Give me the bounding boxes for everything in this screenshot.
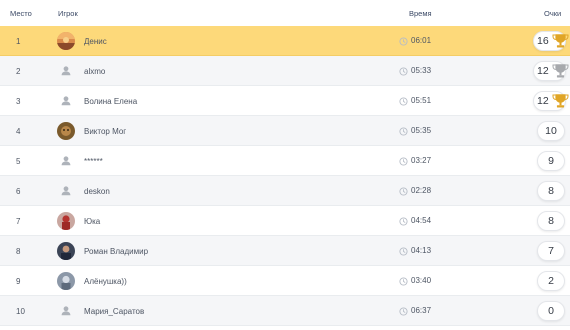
row-place: 4: [16, 127, 21, 136]
clock-icon: [399, 276, 411, 286]
row-place: 9: [16, 277, 21, 286]
table-row[interactable]: 1 Денис 06:01 16: [0, 26, 570, 56]
time-value: 04:13: [411, 246, 432, 255]
gold-cup-icon: [552, 93, 569, 109]
score-badge: 2: [537, 271, 565, 291]
score-badge: 0: [537, 301, 565, 321]
row-place: 6: [16, 187, 21, 196]
player-name[interactable]: deskon: [84, 187, 110, 196]
time-value: 06:37: [411, 306, 432, 315]
user-placeholder-icon[interactable]: [57, 92, 75, 110]
time-value: 05:35: [411, 126, 432, 135]
player-name[interactable]: Роман Владимир: [84, 247, 148, 256]
user-placeholder-icon[interactable]: [57, 302, 75, 320]
row-place: 1: [16, 37, 21, 46]
player-name[interactable]: Виктор Мог: [84, 127, 126, 136]
table-row[interactable]: 7 Юка 04:54 8: [0, 206, 570, 236]
user-placeholder-icon[interactable]: [57, 182, 75, 200]
table-row[interactable]: 4 Виктор Мог 05:35 10: [0, 116, 570, 146]
row-time: 05:33: [399, 66, 431, 76]
row-time: 04:13: [399, 246, 431, 256]
player-name[interactable]: Юка: [84, 217, 100, 226]
row-place: 2: [16, 67, 21, 76]
score-badge: 9: [537, 151, 565, 171]
leaderboard: Место Игрок Время Очки 1 Денис 06:01 16 2 alx…: [0, 0, 570, 330]
row-place: 8: [16, 247, 21, 256]
player-name[interactable]: ******: [84, 157, 103, 166]
avatar[interactable]: [57, 272, 75, 290]
row-place: 7: [16, 217, 21, 226]
silver-cup-icon: [552, 63, 569, 79]
score-badge: 7: [537, 241, 565, 261]
score-badge: 8: [537, 181, 565, 201]
time-value: 02:28: [411, 186, 432, 195]
column-header-time: Время: [409, 9, 432, 18]
time-value: 05:51: [411, 96, 432, 105]
row-time: 06:37: [399, 306, 431, 316]
player-name[interactable]: Алёнушка)): [84, 277, 127, 286]
leaderboard-header: Место Игрок Время Очки: [0, 0, 570, 26]
leaderboard-rows: 1 Денис 06:01 16 2 alxmo 05:33 12 3 Волина Елена 0…: [0, 26, 570, 326]
table-row[interactable]: 8 Роман Владимир 04:13 7: [0, 236, 570, 266]
time-value: 03:40: [411, 276, 432, 285]
table-row[interactable]: 2 alxmo 05:33 12: [0, 56, 570, 86]
clock-icon: [399, 66, 411, 76]
table-row[interactable]: 3 Волина Елена 05:51 12: [0, 86, 570, 116]
column-header-player: Игрок: [58, 9, 78, 18]
row-place: 5: [16, 157, 21, 166]
clock-icon: [399, 216, 411, 226]
avatar[interactable]: [57, 242, 75, 260]
player-name[interactable]: alxmo: [84, 67, 105, 76]
avatar[interactable]: [57, 32, 75, 50]
table-row[interactable]: 5 ****** 03:27 9: [0, 146, 570, 176]
avatar[interactable]: [57, 122, 75, 140]
gold-cup-icon: [552, 33, 569, 49]
player-name[interactable]: Мария_Саратов: [84, 307, 144, 316]
column-header-place: Место: [10, 9, 32, 18]
user-placeholder-icon[interactable]: [57, 62, 75, 80]
player-name[interactable]: Волина Елена: [84, 97, 137, 106]
row-place: 3: [16, 97, 21, 106]
time-value: 03:27: [411, 156, 432, 165]
row-time: 05:35: [399, 126, 431, 136]
clock-icon: [399, 126, 411, 136]
score-badge: 10: [537, 121, 565, 141]
row-time: 05:51: [399, 96, 431, 106]
row-time: 04:54: [399, 216, 431, 226]
clock-icon: [399, 246, 411, 256]
time-value: 04:54: [411, 216, 432, 225]
avatar[interactable]: [57, 212, 75, 230]
column-header-score: Очки: [544, 9, 562, 18]
time-value: 05:33: [411, 66, 432, 75]
table-row[interactable]: 6 deskon 02:28 8: [0, 176, 570, 206]
score-badge: 8: [537, 211, 565, 231]
player-name[interactable]: Денис: [84, 37, 107, 46]
clock-icon: [399, 96, 411, 106]
row-place: 10: [16, 307, 25, 316]
table-row[interactable]: 9 Алёнушка)) 03:40 2: [0, 266, 570, 296]
row-time: 06:01: [399, 36, 431, 46]
table-row[interactable]: 10 Мария_Саратов 06:37 0: [0, 296, 570, 326]
time-value: 06:01: [411, 36, 432, 45]
row-time: 03:40: [399, 276, 431, 286]
user-placeholder-icon[interactable]: [57, 152, 75, 170]
clock-icon: [399, 156, 411, 166]
row-time: 02:28: [399, 186, 431, 196]
row-time: 03:27: [399, 156, 431, 166]
clock-icon: [399, 186, 411, 196]
clock-icon: [399, 306, 411, 316]
clock-icon: [399, 36, 411, 46]
